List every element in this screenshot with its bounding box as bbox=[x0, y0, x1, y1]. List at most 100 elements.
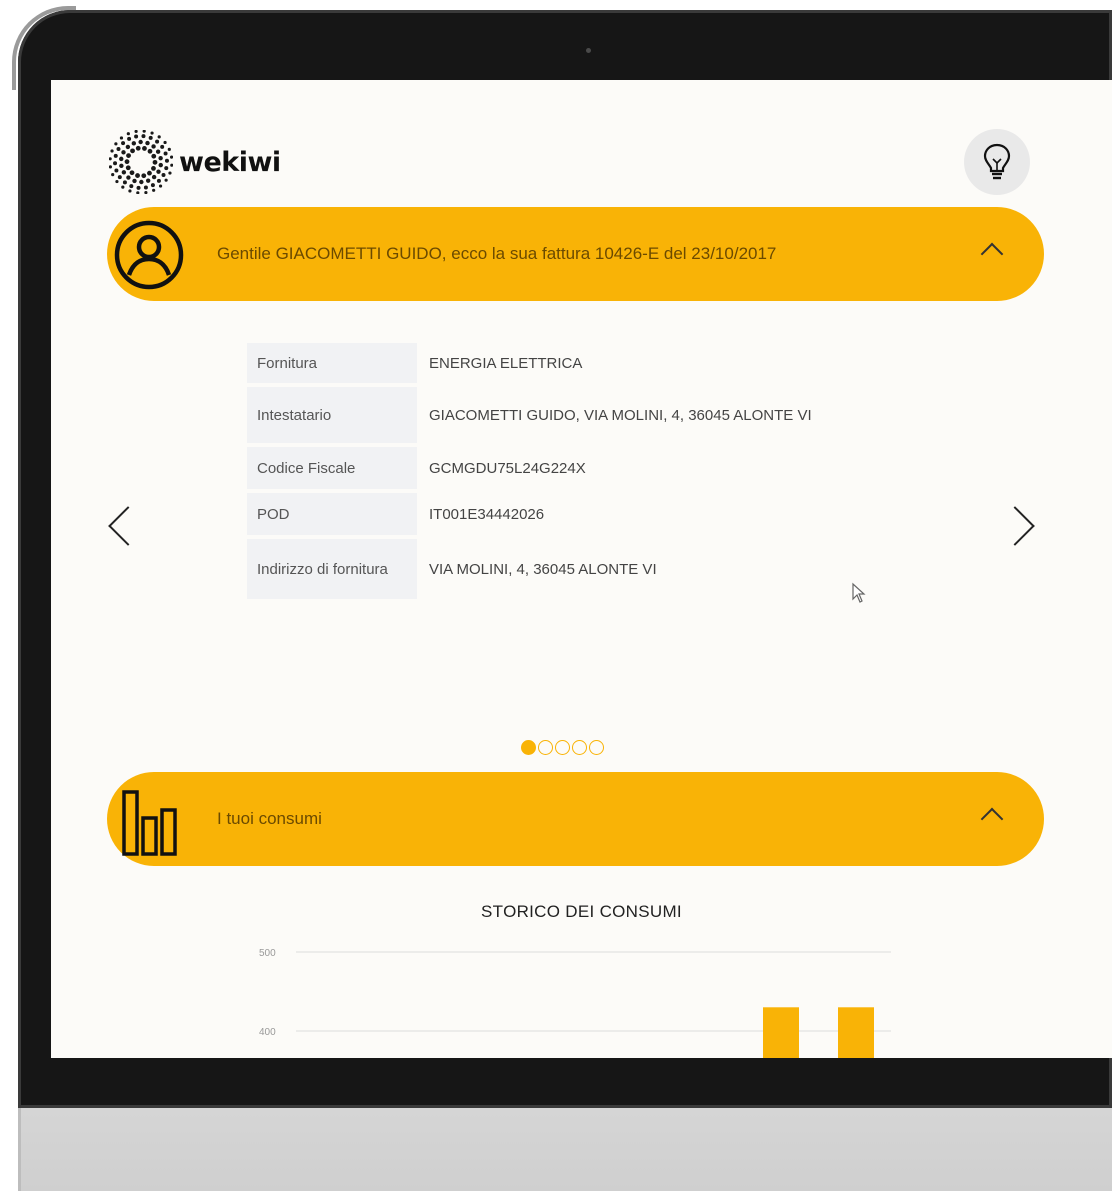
logo-dot bbox=[124, 159, 130, 165]
wekiwi-dots-icon bbox=[109, 130, 173, 194]
logo-dot bbox=[121, 150, 126, 155]
row-label: Codice Fiscale bbox=[247, 447, 417, 489]
logo-dot bbox=[126, 153, 131, 159]
logo-dot bbox=[125, 144, 131, 150]
logo-dot bbox=[155, 149, 161, 154]
carousel-dot-4[interactable] bbox=[572, 740, 587, 755]
tips-button[interactable] bbox=[964, 129, 1030, 195]
row-value: IT001E34442026 bbox=[429, 505, 545, 523]
logo-dot bbox=[121, 141, 126, 146]
row-value: GCMGDU75L24G224X bbox=[429, 459, 586, 477]
table-row: Indirizzo di fornitura VIA MOLINI, 4, 36… bbox=[247, 539, 887, 599]
user-circle-icon bbox=[114, 220, 184, 290]
brand-name: wekiwi bbox=[179, 146, 281, 178]
logo-dot bbox=[170, 163, 173, 167]
light-bulb-icon bbox=[983, 143, 1011, 180]
logo-dot bbox=[150, 183, 155, 188]
logo-dot bbox=[150, 131, 154, 135]
logo-dot bbox=[134, 130, 138, 133]
logo-dot bbox=[156, 178, 161, 183]
logo-dot bbox=[155, 139, 160, 144]
logo-dot bbox=[138, 139, 143, 145]
invoice-accordion-header[interactable]: Gentile GIACOMETTI GUIDO, ecco la sua fa… bbox=[107, 207, 1044, 301]
row-value: GIACOMETTI GUIDO, VIA MOLINI, 4, 36045 A… bbox=[429, 406, 812, 424]
carousel-dot-2[interactable] bbox=[538, 740, 553, 755]
logo-dot bbox=[134, 134, 139, 139]
device-base bbox=[18, 1098, 1112, 1191]
logo-dot bbox=[115, 179, 119, 184]
chart-title: STORICO DEI CONSUMI bbox=[481, 902, 682, 921]
chevron-up-icon[interactable] bbox=[980, 242, 1004, 266]
invoice-greeting: Gentile GIACOMETTI GUIDO, ecco la sua fa… bbox=[217, 244, 777, 263]
chevron-up-icon[interactable] bbox=[980, 807, 1004, 831]
logo-dot bbox=[119, 156, 124, 162]
row-label: Indirizzo di fornitura bbox=[247, 539, 417, 599]
logo-dot bbox=[127, 136, 132, 141]
carousel-dot-3[interactable] bbox=[555, 740, 570, 755]
logo-dot bbox=[163, 140, 167, 145]
logo-dot bbox=[145, 178, 151, 183]
logo-dot bbox=[121, 170, 127, 175]
logo-dot bbox=[129, 170, 135, 176]
logo-dot bbox=[143, 185, 148, 190]
logo-dot bbox=[111, 173, 115, 177]
logo-dot bbox=[119, 136, 124, 140]
logo-dot bbox=[128, 189, 132, 193]
logo-dot bbox=[158, 184, 163, 188]
logo-dot bbox=[113, 161, 118, 166]
logo-dot bbox=[152, 188, 156, 192]
logo-dot bbox=[168, 171, 172, 175]
logo-dot bbox=[147, 170, 152, 176]
logo-dot bbox=[152, 159, 158, 165]
chevron-right-icon[interactable] bbox=[995, 506, 1035, 546]
logo-dot bbox=[164, 166, 169, 171]
logo-dot bbox=[126, 132, 130, 136]
consumption-chart: 500 400 bbox=[259, 948, 891, 1058]
logo-dot bbox=[160, 144, 165, 149]
logo-dot bbox=[144, 191, 148, 194]
logo-dot bbox=[164, 178, 168, 182]
logo-dot bbox=[130, 148, 135, 154]
logo-dot bbox=[125, 165, 131, 171]
logo-dot bbox=[151, 153, 157, 159]
chart-bar bbox=[838, 1007, 874, 1058]
carousel-pagination[interactable] bbox=[521, 740, 604, 755]
logo-dot bbox=[167, 147, 171, 151]
logo-dot bbox=[141, 173, 147, 179]
logo-dot bbox=[113, 153, 118, 158]
table-row: Codice Fiscale GCMGDU75L24G224X bbox=[247, 447, 887, 489]
carousel-dot-1[interactable] bbox=[521, 740, 536, 755]
brand-logo[interactable]: wekiwi bbox=[109, 130, 281, 194]
app-screen: wekiwi Gentile GIACOMETTI GUIDO, ecco la… bbox=[51, 80, 1112, 1058]
logo-dot bbox=[158, 162, 163, 168]
logo-dot bbox=[151, 144, 156, 149]
chart-bar bbox=[763, 1007, 799, 1058]
consumi-title: I tuoi consumi bbox=[217, 809, 322, 828]
logo-dot bbox=[158, 155, 163, 161]
row-label: Intestatario bbox=[247, 387, 417, 443]
logo-dot bbox=[139, 179, 144, 185]
table-row: POD IT001E34442026 bbox=[247, 493, 887, 535]
camera bbox=[586, 48, 591, 53]
row-value: ENERGIA ELETTRICA bbox=[429, 354, 583, 372]
logo-dot bbox=[163, 151, 168, 156]
logo-dot bbox=[135, 145, 141, 151]
bar-chart-icon bbox=[122, 790, 177, 856]
logo-dot bbox=[142, 130, 146, 133]
y-tick-label: 400 bbox=[259, 1027, 276, 1038]
logo-dot bbox=[156, 169, 161, 174]
carousel-dot-5[interactable] bbox=[589, 740, 604, 755]
logo-dot bbox=[114, 142, 118, 146]
logo-dot bbox=[117, 175, 122, 180]
logo-dot bbox=[164, 158, 169, 163]
logo-dot bbox=[141, 134, 146, 139]
row-label: Fornitura bbox=[247, 343, 417, 383]
logo-dot bbox=[109, 165, 112, 169]
logo-dot bbox=[114, 168, 119, 173]
logo-dot bbox=[126, 175, 131, 180]
chevron-left-icon[interactable] bbox=[108, 506, 148, 546]
logo-dot bbox=[110, 149, 114, 153]
logo-dot bbox=[122, 180, 127, 185]
consumi-accordion-header[interactable]: I tuoi consumi bbox=[107, 772, 1044, 866]
logo-dot bbox=[109, 157, 112, 161]
